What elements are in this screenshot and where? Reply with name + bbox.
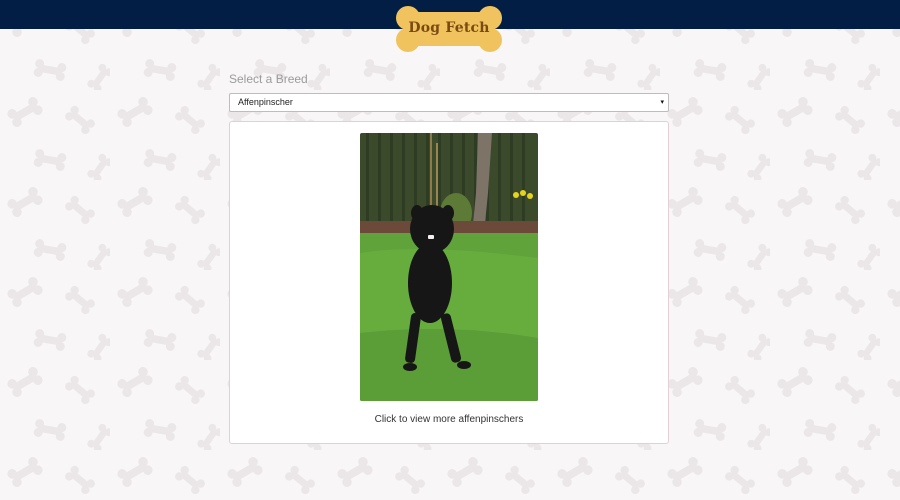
dog-image-card: Click to view more affenpinschers (229, 121, 669, 444)
app-logo[interactable]: Dog Fetch (394, 4, 504, 54)
affenpinscher-photo-image (360, 133, 538, 401)
view-more-link[interactable]: Click to view more affenpinschers (230, 414, 668, 425)
main-content: Select a Breed Affenpinscher ▾ Click to … (229, 72, 669, 444)
breed-select-label: Select a Breed (229, 72, 308, 86)
dog-photo[interactable] (360, 133, 538, 401)
breed-select-dropdown[interactable]: Affenpinscher ▾ (229, 93, 669, 112)
chevron-down-icon: ▾ (660, 99, 664, 106)
breed-select-value: Affenpinscher (238, 97, 293, 107)
app-title: Dog Fetch (408, 20, 490, 36)
